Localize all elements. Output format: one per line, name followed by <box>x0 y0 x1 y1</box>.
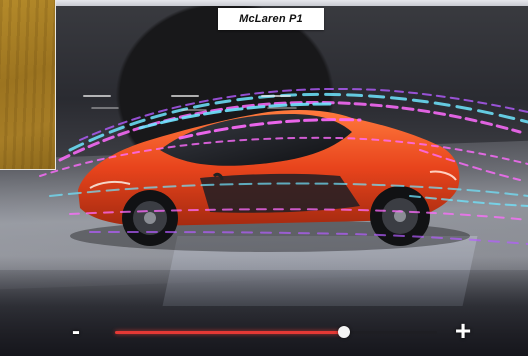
car-model-view[interactable] <box>0 0 528 356</box>
zoom-control: - + <box>0 310 528 356</box>
ar-camera-view: McLaren P1 - + <box>0 0 528 356</box>
zoom-slider[interactable] <box>115 326 437 338</box>
texture-thumbnail[interactable] <box>0 0 56 170</box>
zoom-slider-thumb[interactable] <box>337 326 350 338</box>
zoom-slider-fill <box>115 331 344 334</box>
front-wheel <box>122 190 178 246</box>
mclaren-p1-logo: McLaren P1 <box>218 8 324 30</box>
zoom-in-button[interactable]: + <box>450 316 476 346</box>
top-frame <box>56 0 528 6</box>
zoom-out-button[interactable]: - <box>66 318 86 346</box>
logo-text: McLaren P1 <box>239 13 303 25</box>
